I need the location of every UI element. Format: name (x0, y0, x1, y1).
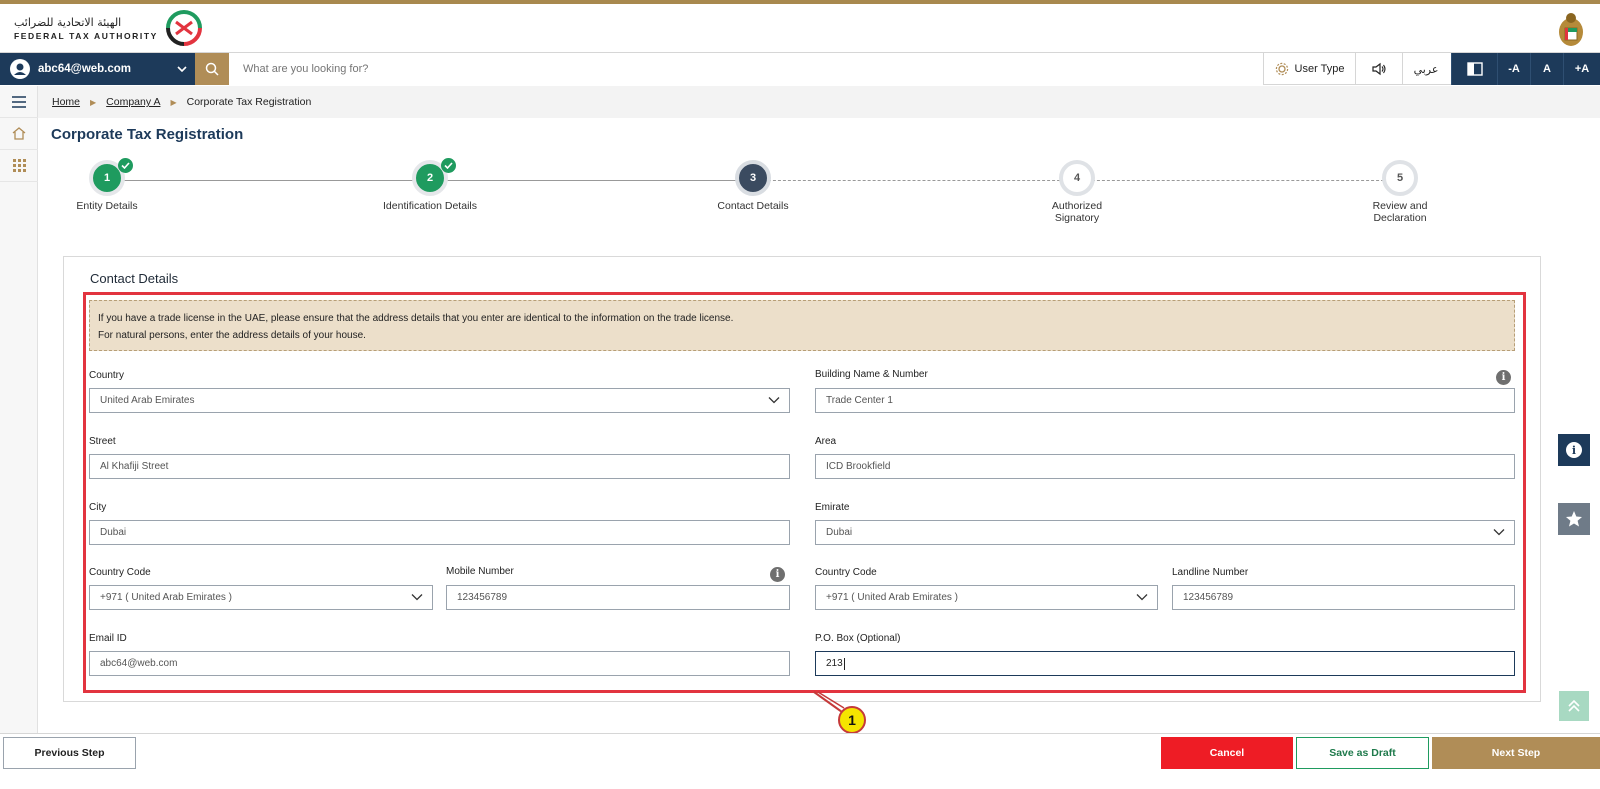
breadcrumb: Home ▶ Company A ▶ Corporate Tax Registr… (38, 86, 1600, 118)
step-number: 5 (1382, 160, 1418, 196)
info-panel-button[interactable]: i (1558, 434, 1590, 466)
breadcrumb-current: Corporate Tax Registration (186, 96, 312, 108)
next-step-button[interactable]: Next Step (1432, 737, 1600, 769)
search-icon (205, 62, 219, 76)
hamburger-menu-icon (12, 95, 26, 108)
left-sidebar (0, 86, 38, 746)
search-input[interactable] (229, 53, 1263, 85)
info-icon: i (1566, 442, 1582, 458)
gear-icon (1275, 62, 1288, 76)
cancel-button[interactable]: Cancel (1161, 737, 1293, 769)
step-label: Review and Declaration (1372, 200, 1428, 224)
breadcrumb-separator-icon: ▶ (90, 97, 97, 107)
uae-emblem-icon (1559, 13, 1583, 46)
breadcrumb-home[interactable]: Home (52, 96, 80, 108)
check-icon (118, 158, 133, 173)
fta-emblem-icon (165, 10, 202, 46)
step-label: Authorized Signatory (1051, 200, 1103, 224)
logo-english-text: FEDERAL TAX AUTHORITY (14, 30, 158, 41)
favorites-button[interactable] (1558, 503, 1590, 535)
star-icon (1566, 511, 1582, 527)
step-number: 3 (735, 160, 771, 196)
step-review-declaration[interactable]: 5 Review and Declaration (1340, 160, 1460, 224)
user-menu[interactable]: abc64@web.com (0, 53, 195, 85)
language-toggle[interactable]: عربي (1402, 53, 1449, 85)
top-navbar: abc64@web.com User Type عربي -A A +A (0, 52, 1600, 85)
highlight-annotation (83, 292, 1526, 693)
callout-badge: 1 (838, 706, 866, 734)
menu-toggle-button[interactable] (0, 86, 38, 118)
breadcrumb-company[interactable]: Company A (106, 96, 160, 108)
site-header: الهيئة الاتحادية للضرائب FEDERAL TAX AUT… (0, 4, 1600, 52)
step-contact-details[interactable]: 3 Contact Details (693, 160, 813, 212)
sidebar-item-home[interactable] (0, 118, 38, 150)
user-type-label: User Type (1294, 63, 1345, 75)
arabic-language-label: عربي (1413, 62, 1439, 76)
step-number: 4 (1059, 160, 1095, 196)
card-title: Contact Details (90, 271, 179, 286)
sidebar-item-apps[interactable] (0, 150, 38, 182)
step-label: Contact Details (717, 200, 789, 212)
step-label: Identification Details (383, 200, 477, 212)
font-normal-button[interactable]: A (1530, 53, 1563, 85)
logo-arabic-text: الهيئة الاتحادية للضرائب (14, 15, 122, 29)
logo-text: الهيئة الاتحادية للضرائب FEDERAL TAX AUT… (14, 16, 158, 41)
contrast-icon (1466, 62, 1483, 76)
step-entity-details[interactable]: 1 Entity Details (47, 158, 167, 212)
step-authorized-signatory[interactable]: 4 Authorized Signatory (1017, 160, 1137, 224)
user-avatar-icon (10, 59, 30, 79)
breadcrumb-separator-icon: ▶ (170, 97, 177, 107)
font-increase-button[interactable]: +A (1563, 53, 1600, 85)
speaker-icon (1372, 62, 1386, 76)
user-type-button[interactable]: User Type (1263, 53, 1355, 85)
check-icon (441, 158, 456, 173)
scroll-top-button[interactable] (1559, 691, 1589, 721)
step-identification-details[interactable]: 2 Identification Details (370, 158, 490, 212)
chevron-down-icon (177, 66, 187, 72)
contrast-toggle-button[interactable] (1451, 53, 1497, 85)
grid-icon (12, 159, 26, 172)
save-draft-button[interactable]: Save as Draft (1296, 737, 1429, 769)
registration-stepper: 1 Entity Details 2 Identification Detail… (60, 158, 1500, 230)
font-decrease-button[interactable]: -A (1497, 53, 1530, 85)
fta-logo[interactable]: الهيئة الاتحادية للضرائب FEDERAL TAX AUT… (14, 8, 204, 48)
home-icon (12, 127, 26, 140)
step-label: Entity Details (76, 200, 138, 212)
user-email: abc64@web.com (38, 63, 132, 75)
footer-actions: Previous Step Cancel Save as Draft Next … (0, 733, 1600, 789)
previous-step-button[interactable]: Previous Step (3, 737, 136, 769)
search-button[interactable] (195, 53, 229, 85)
double-chevron-up-icon (1568, 699, 1580, 712)
page-title: Corporate Tax Registration (51, 126, 244, 143)
audio-button[interactable] (1355, 53, 1402, 85)
